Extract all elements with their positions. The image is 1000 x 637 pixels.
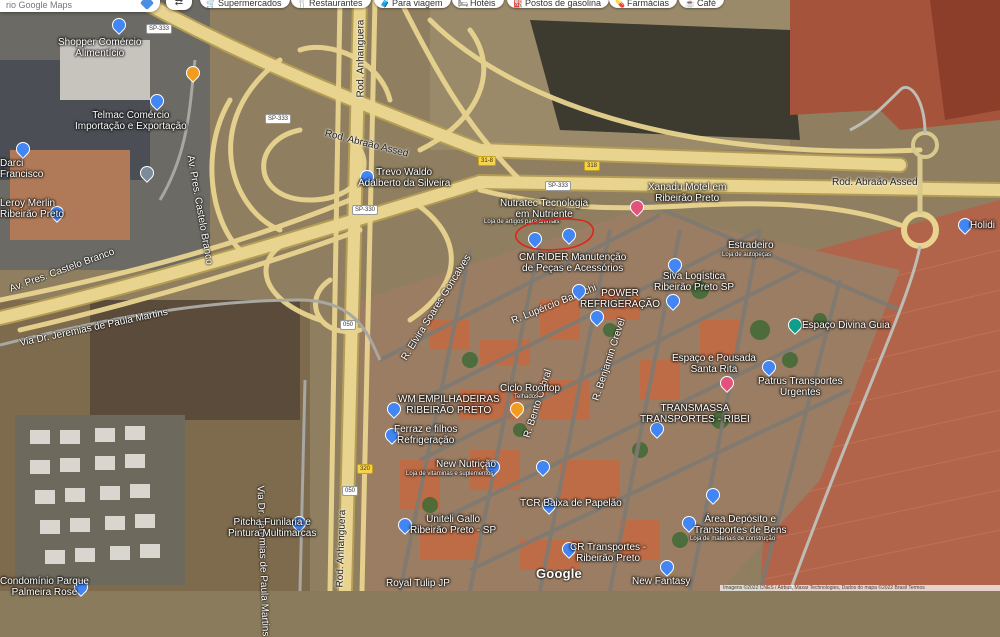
place-label-shopper[interactable]: Shopper Comércio Alimentício [58,37,141,59]
top-toolbar: rio Google Maps ⇄ 🛒 Supermercados 🍴 Restau… [0,0,760,14]
place-label-power[interactable]: POWER REFRIGERAÇÃO [580,288,660,310]
fuel-icon: ⛽ [513,0,523,8]
chip-label: Farmácias [627,0,670,8]
satellite-map[interactable] [0,0,1000,591]
route-shield: SP-333 [146,24,173,34]
route-shield: 050 [340,320,357,330]
place-sublabel-newnutri: Loja de vitaminas e suplementos [406,471,494,477]
road-label-abraao-assed-east: Rod. Abraão Assed [832,177,918,188]
place-label-pousada[interactable]: Espaço e Pousada Santa Rita [672,353,756,375]
place-sublabel-ciclo: Telhados [514,394,539,400]
chip-hoteis[interactable]: 🛏 Hotéis [452,0,504,8]
fork-knife-icon: 🍴 [297,0,307,8]
place-label-cr[interactable]: CR Transportes - Ribeirão Preto [570,542,646,564]
place-label-ferraz[interactable]: Ferraz e filhos Refrigeração [394,424,457,446]
place-sublabel-estradeiro: Loja de autopeças [722,252,772,258]
chip-cafe[interactable]: ☕ Café [679,0,725,8]
place-label-royal[interactable]: Royal Tulip JP [386,578,450,589]
chip-postos-de-gasolina[interactable]: ⛽ Postos de gasolina [507,0,610,8]
place-label-xanadu[interactable]: Xanadu Motel em Ribeirão Preto [648,182,726,204]
directions-button[interactable]: ⇄ [166,0,192,10]
directions-icon[interactable] [139,0,155,11]
route-shield: SP-333 [545,181,572,191]
route-shield: 320 [357,464,374,474]
chip-label: Restaurantes [309,0,363,8]
chip-label: Para viagem [392,0,443,8]
place-label-wm[interactable]: WM EMPILHADEIRAS RIBEIRÃO PRETO [398,394,500,416]
search-box[interactable]: rio Google Maps [0,0,160,12]
place-label-siva[interactable]: Siva Logística Ribeirão Preto SP [654,271,734,293]
chip-para-viagem[interactable]: 🧳 Para viagem [374,0,451,8]
route-shield: SP-333 [265,114,292,124]
chip-label: Postos de gasolina [525,0,602,8]
place-label-pitcha[interactable]: Pitcha Funilaria e Pintura Multimarcas [228,517,316,539]
place-label-uniteli[interactable]: Uniteli Gallo Ribeirão Preto - SP [410,514,496,536]
route-shield: SP-330 [352,205,379,215]
place-label-patrus[interactable]: Patrus Transportes Urgentes [758,376,842,398]
place-sublabel-area: Loja de materiais de construção [690,536,776,542]
place-label-cmrider[interactable]: CM RIDER Manutenção de Peças e Acessório… [519,252,626,274]
place-label-telmac[interactable]: Telmac Comércio Importação e Exportação [75,110,187,132]
chip-label: Supermercados [218,0,282,8]
route-shield: 31-8 [478,156,497,166]
place-label-leroy[interactable]: Leroy Merlin Ribeirão Preto [0,198,64,220]
place-label-divina[interactable]: Espaço Divina Guia [802,320,890,331]
place-label-trevo[interactable]: Trevo Waldo Adalberto da Silveira [358,167,450,189]
attribution-footer[interactable]: Imagens ©2022 CNES / Airbus, Maxar Techn… [720,585,1000,591]
suitcase-icon: 🧳 [380,0,390,8]
place-label-darci[interactable]: Darci Francisco [0,158,43,180]
place-label-area[interactable]: Área Depósito e Transportes de Bens [694,514,786,536]
place-label-newnutri[interactable]: New Nutrição [436,459,496,470]
place-label-transmassa[interactable]: TRANSMASSA TRANSPORTES - RIBEI [640,403,750,425]
place-label-condominio[interactable]: Condomínio Parque Palmeira Rose [0,576,89,598]
pharmacy-icon: 💊 [615,0,625,8]
cafe-icon: ☕ [685,0,695,8]
chip-label: Café [697,0,717,8]
red-circle-annotation [515,218,595,251]
cart-icon: 🛒 [206,0,216,8]
place-label-holiday[interactable]: Holidi [970,220,995,231]
chip-farmacias[interactable]: 💊 Farmácias [609,0,678,8]
chip-supermercados[interactable]: 🛒 Supermercados [200,0,290,8]
chip-label: Hotéis [470,0,496,8]
search-input[interactable]: rio Google Maps [6,0,72,10]
place-label-newfantasy[interactable]: New Fantasy [632,576,690,587]
bed-icon: 🛏 [458,0,469,8]
place-label-estradeiro[interactable]: Estradeiro [728,240,774,251]
road-label-anhanguera-north: Rod. Anhanguera [355,19,367,98]
chip-restaurantes[interactable]: 🍴 Restaurantes [291,0,371,8]
place-label-ciclo[interactable]: Ciclo Rooftop [500,383,560,394]
google-logo: Google [536,566,582,581]
route-shield: 318 [584,161,601,171]
route-shield: 050 [342,486,359,496]
place-label-tcr[interactable]: TCR Baixa de Papelão [520,498,622,509]
